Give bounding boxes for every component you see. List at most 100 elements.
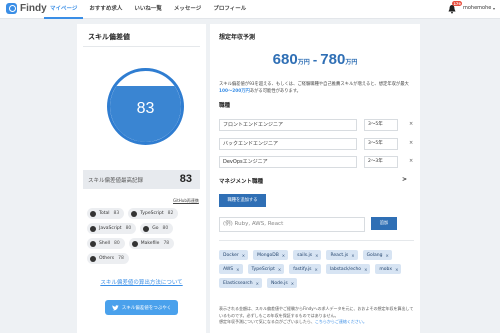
calculation-method-link[interactable]: スキル偏差値の算出方法について <box>77 278 206 286</box>
add-management-job-button[interactable]: 職種を追加する <box>219 194 266 207</box>
findy-logo[interactable]: Findy <box>6 3 47 14</box>
skill-tag-label: fastify.js <box>293 266 312 272</box>
skill-chip: Makefile 78 <box>128 238 175 249</box>
skill-tag-label: mobx <box>379 266 393 272</box>
skill-value: 78 <box>163 241 170 246</box>
salary-unit: 万円 <box>297 59 310 66</box>
github-relink-link[interactable]: GitHub再連携 <box>173 198 199 204</box>
skill-value: 82 <box>167 211 174 216</box>
salary-prediction-title: 想定年収予測 <box>219 34 256 41</box>
skill-chip: Others 78 <box>87 253 129 264</box>
skill-chip: Go 80 <box>140 223 174 234</box>
github-icon <box>90 240 96 247</box>
jobs-label: 職種 <box>219 103 231 109</box>
github-icon <box>90 210 96 217</box>
job-name-field[interactable]: DevOpsエンジニア <box>219 156 357 168</box>
nav-messages[interactable]: メッセージ <box>168 0 207 19</box>
skill-tag-label: MongoDB <box>257 252 279 258</box>
nav-profile[interactable]: プロフィール <box>207 0 252 19</box>
remove-tag-icon[interactable]: × <box>364 267 367 272</box>
skill-tag: AWS × <box>219 264 243 274</box>
skill-name: Others <box>99 256 115 261</box>
skill-tag-label: Docker <box>223 252 239 258</box>
add-skill-button[interactable]: 追加 <box>371 217 397 230</box>
skill-value: 83 <box>113 211 120 216</box>
skill-tag-label: Golang <box>366 252 383 258</box>
desc-text: あがる可能性があります。 <box>249 89 301 94</box>
skill-tag: mobx × <box>375 264 402 274</box>
skill-value: 80 <box>125 226 132 231</box>
skill-chip: Shell 80 <box>87 238 125 249</box>
skill-tag: fastify.js × <box>289 264 321 274</box>
remove-tag-icon[interactable]: × <box>386 253 389 258</box>
remove-tag-icon[interactable]: × <box>282 253 285 258</box>
remove-tag-icon[interactable]: × <box>315 267 318 272</box>
job-name-field[interactable]: フロントエンドエンジニア <box>219 119 357 131</box>
skill-tag: Golang × <box>362 250 392 260</box>
remove-tag-icon[interactable]: × <box>291 281 294 286</box>
nav-mypage[interactable]: マイページ <box>44 0 84 19</box>
salary-range: 680万円 -780万円 <box>210 51 420 68</box>
salary-footnote: 表示される金額は、スキル偏差値やご経験からFindyへの求人データを元に、おおよ… <box>219 306 414 326</box>
skill-chip: JavaScript 80 <box>87 223 137 234</box>
max-score-panel: スキル偏差値最高記録 83 <box>83 170 200 189</box>
skill-score-value: 83 <box>136 100 155 117</box>
salary-unit: 万円 <box>345 59 358 66</box>
footnote-text: 想定年収予測について気になる点がございましたら、 <box>219 319 315 324</box>
remove-tag-icon[interactable]: × <box>236 267 239 272</box>
remove-tag-icon[interactable]: × <box>395 267 398 272</box>
remove-job-icon[interactable]: × <box>409 140 413 146</box>
skill-value: 78 <box>118 256 124 261</box>
skill-name: Go <box>152 226 159 231</box>
notification-badge: 179 <box>452 1 463 6</box>
skill-tag-label: sails.js <box>297 252 313 258</box>
desc-highlight: 100〜200万円 <box>219 89 250 94</box>
remove-tag-icon[interactable]: × <box>242 253 245 258</box>
skill-tag: TypeScript × <box>247 264 285 274</box>
skill-tag-list: Docker × MongoDB × sails.js × React.js × Gol… <box>219 250 404 288</box>
skill-tag: sails.js × <box>293 250 322 260</box>
job-years-select[interactable]: 3〜5年 <box>364 138 398 150</box>
chevron-down-icon[interactable]: ▾ <box>493 6 495 11</box>
remove-job-icon[interactable]: × <box>409 121 413 127</box>
skill-input[interactable]: (例) Ruby, AWS, React <box>219 217 365 232</box>
skill-tag-label: labstack/echo <box>329 266 362 272</box>
remove-tag-icon[interactable]: × <box>256 281 259 286</box>
max-score-label: スキル偏差値最高記録 <box>88 178 144 184</box>
salary-description: スキル偏差値が93を超える、もしくは、ご経験職種や自己推薦スキルが増えると、想定… <box>219 81 414 95</box>
job-name-field[interactable]: バックエンドエンジニア <box>219 138 357 150</box>
top-header: Findy マイページ おすすめ求人 いいね一覧 メッセージ プロフィール 17… <box>0 0 500 19</box>
github-icon <box>90 255 96 262</box>
github-icon <box>131 240 138 247</box>
remove-job-icon[interactable]: × <box>409 158 413 164</box>
skill-tag-label: Elasticsearch <box>223 280 253 286</box>
chevron-right-icon[interactable]: > <box>402 176 407 183</box>
skill-name: JavaScript <box>99 226 122 231</box>
remove-tag-icon[interactable]: × <box>315 253 318 258</box>
tweet-button-label: スキル偏差値をつぶやく <box>121 305 172 311</box>
management-label: マネジメント職種 <box>219 179 264 185</box>
skill-score-title: スキル偏差値 <box>88 33 130 41</box>
desc-text: スキル偏差値が93を超える、もしくは、ご経験職種や自己推薦スキルが増えると、想定… <box>219 82 409 87</box>
skill-tag: Node.js × <box>267 278 298 288</box>
job-years-select[interactable]: 3〜5年 <box>364 119 398 131</box>
salary-prediction-card: 想定年収予測 680万円 -780万円 スキル偏差値が93を超える、もしくは、ご経… <box>210 24 420 333</box>
skill-name: TypeScript <box>140 211 164 216</box>
language-skill-list: Total 83 TypeScript 82 JavaScript 80 Go 80 S… <box>87 208 201 264</box>
github-icon <box>143 225 150 232</box>
skill-name: Makefile <box>140 241 160 246</box>
skill-tag-label: React.js <box>330 252 349 258</box>
findy-logo-icon <box>6 3 17 14</box>
logo-text: Findy <box>20 3 47 14</box>
nav-likes[interactable]: いいね一覧 <box>128 0 168 19</box>
remove-tag-icon[interactable]: × <box>278 267 281 272</box>
remove-tag-icon[interactable]: × <box>351 253 354 258</box>
username[interactable]: mohemohe <box>463 5 491 11</box>
tweet-button[interactable]: スキル偏差値をつぶやく <box>105 300 178 315</box>
skill-value: 80 <box>162 226 169 231</box>
divider <box>219 240 414 241</box>
github-icon <box>131 210 138 217</box>
nav-recommended-jobs[interactable]: おすすめ求人 <box>83 0 128 19</box>
contact-link[interactable]: こちらからご連絡ください。 <box>315 319 367 324</box>
job-years-select[interactable]: 2〜3年 <box>364 156 398 168</box>
